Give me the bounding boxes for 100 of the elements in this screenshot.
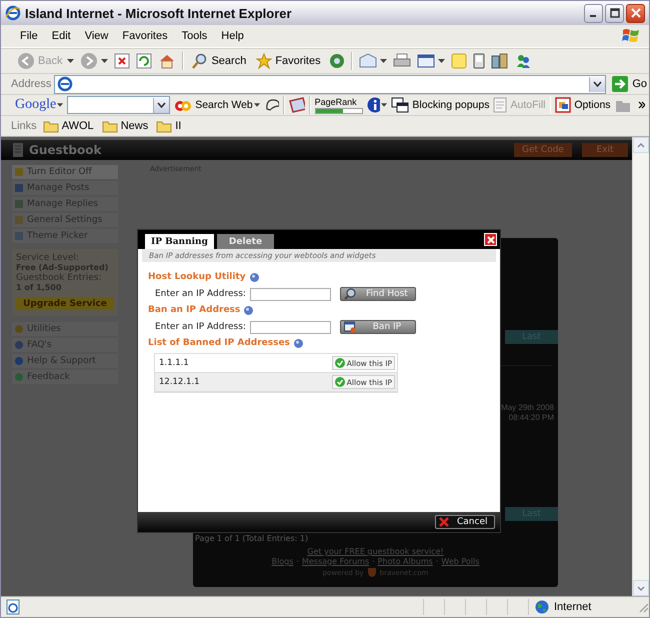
minimize-button[interactable] [584, 4, 603, 22]
help-icon[interactable] [244, 306, 254, 314]
search-web-button[interactable]: Search Web [174, 97, 253, 113]
dropdown-button[interactable] [153, 98, 170, 112]
link-separator: · [372, 557, 375, 566]
menu-item[interactable]: Help [214, 30, 251, 42]
close-button[interactable] [626, 4, 645, 22]
section-heading: Ban an IP Address [148, 305, 240, 315]
blocking-popups-button[interactable]: Blocking popups [391, 97, 490, 113]
maximize-icon [610, 8, 620, 18]
caret-icon[interactable] [254, 103, 260, 107]
link-separator: · [296, 557, 299, 566]
footer-link[interactable]: Blogs [272, 557, 294, 566]
section-heading: Host Lookup Utility [148, 272, 246, 282]
refresh-icon[interactable] [136, 53, 152, 69]
link-folder[interactable]: AWOL [40, 119, 96, 133]
star-icon [256, 53, 272, 69]
help-icon[interactable] [294, 338, 303, 348]
menu-item[interactable]: Tools [174, 30, 214, 42]
menu-item[interactable]: Favorites [115, 30, 175, 42]
more-icon[interactable] [638, 101, 645, 109]
go-button[interactable]: Go [609, 75, 649, 93]
post-time: 08:44:20 PM [508, 413, 554, 423]
sidebar-item[interactable]: Turn Editor Off [12, 165, 118, 179]
page-info: Page 1 of 1 (Total Entries: 1) [194, 534, 310, 543]
caret-icon[interactable] [380, 59, 387, 63]
research-icon[interactable] [490, 53, 509, 69]
form-icon [493, 97, 508, 113]
footer-link[interactable]: Message Forums [302, 557, 370, 566]
ban-ip-button[interactable]: Ban IP [340, 320, 416, 334]
menu-item[interactable]: View [78, 30, 116, 42]
footer-link[interactable]: Web Polls [441, 557, 480, 566]
home-icon[interactable] [158, 53, 176, 69]
app-title: Guestbook [29, 143, 102, 157]
caret-icon[interactable] [57, 103, 64, 107]
book-icon [13, 143, 23, 157]
zone-label: Internet [554, 601, 592, 613]
globe-icon [535, 600, 549, 614]
links-label: Links [11, 120, 37, 132]
phone-icon[interactable] [472, 53, 485, 69]
upgrade-button[interactable]: Upgrade Service [16, 297, 114, 310]
link-separator: · [436, 557, 438, 566]
folder-icon [102, 119, 118, 133]
options-icon [555, 97, 572, 113]
ip-address: 1.1.1.1 [159, 358, 189, 368]
cancel-button[interactable]: Cancel [435, 515, 495, 529]
section-heading: List of Banned IP Addresses [148, 338, 290, 348]
minimize-icon [590, 14, 598, 18]
google-logo[interactable]: Google [15, 97, 56, 113]
check-icon [334, 377, 345, 387]
post-date: May 29th 2008 [501, 403, 554, 413]
caret-icon [593, 81, 602, 87]
menu-item[interactable]: Edit [44, 30, 78, 42]
link-folder[interactable]: News [100, 119, 150, 133]
search-field[interactable] [67, 96, 170, 114]
field-label: Enter an IP Address: [155, 322, 246, 332]
pagerank-label: PageRank [314, 96, 358, 106]
window-icon [344, 321, 356, 333]
check-icon [334, 358, 345, 368]
caret-icon[interactable] [381, 103, 388, 107]
caret-icon[interactable] [67, 59, 74, 63]
folder-icon [156, 119, 172, 133]
resize-grip[interactable] [637, 601, 649, 613]
caret-icon [157, 102, 166, 108]
field-label: Enter an IP Address: [155, 289, 246, 299]
scrollbar[interactable] [632, 137, 649, 596]
address-field[interactable] [54, 74, 606, 94]
messenger-icon[interactable] [514, 53, 533, 69]
ip-address-field[interactable] [250, 320, 331, 334]
footer-link[interactable]: Photo Albums [378, 557, 433, 566]
edit-icon[interactable] [416, 53, 435, 69]
printer-icon[interactable] [392, 53, 411, 69]
window-title: Island Internet - Microsoft Internet Explorer [25, 6, 292, 20]
link-folder[interactable]: II [154, 119, 184, 133]
help-icon[interactable] [250, 272, 259, 282]
find-host-button[interactable]: Find Host [340, 287, 416, 301]
menu-item[interactable]: File [13, 30, 45, 42]
caret-icon[interactable] [101, 59, 108, 63]
page-icon [57, 76, 74, 92]
maximize-button[interactable] [605, 4, 624, 22]
favorites-button[interactable]: Favorites [254, 53, 323, 69]
dropdown-button[interactable] [589, 76, 606, 92]
caret-icon[interactable] [438, 59, 445, 63]
info-icon[interactable] [366, 97, 380, 113]
dialog-tab[interactable]: Delete [216, 234, 274, 249]
dialog-tab[interactable]: IP Banning [145, 234, 214, 249]
folder-icon [42, 119, 59, 133]
windows-logo-icon [621, 27, 641, 45]
windows-icon [391, 97, 410, 113]
address-label: Address [11, 78, 52, 90]
options-button[interactable]: Options [555, 97, 611, 113]
search-button[interactable]: Search [190, 53, 248, 69]
shield-icon [366, 567, 377, 578]
ip-address-field[interactable] [250, 288, 331, 300]
close-icon [486, 236, 494, 244]
stop-icon[interactable] [114, 53, 130, 69]
search-icon [192, 53, 208, 69]
close-icon [630, 8, 640, 18]
footer-link[interactable]: Get your FREE guestbook service! [307, 547, 444, 556]
search-icon [344, 288, 356, 300]
